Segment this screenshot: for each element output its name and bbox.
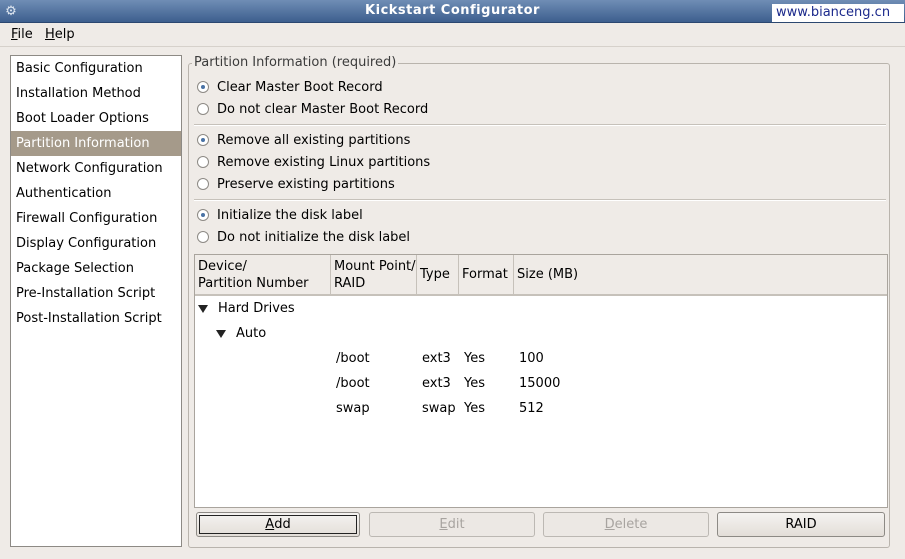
table-row[interactable]: /boot ext3 Yes 15000 <box>195 373 887 395</box>
radio-remove-all-indicator <box>197 134 209 146</box>
edit-button-mnemonic: E <box>439 517 448 532</box>
radio-remove-linux[interactable]: Remove existing Linux partitions <box>197 153 430 171</box>
tree-node-hard-drives[interactable]: Hard Drives <box>198 298 295 320</box>
radio-init-disklabel-label: Initialize the disk label <box>217 207 363 223</box>
cell-size: 100 <box>519 351 544 366</box>
column-header-device-line1: Device/ <box>198 258 247 274</box>
column-header-format[interactable]: Format <box>459 255 514 294</box>
cell-mount: swap <box>336 401 370 416</box>
table-header: Device/Partition Number Mount Point/RAID… <box>195 255 887 296</box>
add-button-label: dd <box>274 517 291 532</box>
radio-remove-all[interactable]: Remove all existing partitions <box>197 131 410 149</box>
nav-item-package-selection[interactable]: Package Selection <box>11 256 181 281</box>
column-header-device-line2: Partition Number <box>198 275 309 291</box>
radio-remove-all-label: Remove all existing partitions <box>217 132 411 148</box>
edit-button[interactable]: Edit <box>369 512 535 537</box>
menu-help[interactable]: Help <box>45 27 75 42</box>
radio-remove-linux-indicator <box>197 156 209 168</box>
nav-item-partition-information[interactable]: Partition Information <box>11 131 181 156</box>
menu-bar: File Help <box>0 23 905 47</box>
partition-group-title: Partition Information (required) <box>192 55 399 70</box>
nav-item-authentication[interactable]: Authentication <box>11 181 181 206</box>
cell-mount: /boot <box>336 376 370 391</box>
edit-button-label: dit <box>447 517 465 532</box>
radio-no-clear-mbr[interactable]: Do not clear Master Boot Record <box>197 100 428 118</box>
cell-type: swap <box>422 401 456 416</box>
menu-help-label: elp <box>54 27 75 42</box>
menu-file[interactable]: File <box>11 27 33 42</box>
nav-item-basic-configuration[interactable]: Basic Configuration <box>11 56 181 81</box>
menu-help-mnemonic: H <box>45 27 55 42</box>
radio-no-init-disklabel[interactable]: Do not initialize the disk label <box>197 228 410 246</box>
nav-item-network-configuration[interactable]: Network Configuration <box>11 156 181 181</box>
tree-node-hard-drives-label: Hard Drives <box>218 301 295 316</box>
partition-table[interactable]: Device/Partition Number Mount Point/RAID… <box>194 254 888 508</box>
cell-format: Yes <box>464 376 485 391</box>
nav-item-installation-method[interactable]: Installation Method <box>11 81 181 106</box>
radio-init-disklabel[interactable]: Initialize the disk label <box>197 206 363 224</box>
section-list: Basic Configuration Installation Method … <box>10 55 182 547</box>
separator <box>194 199 886 201</box>
raid-button[interactable]: RAID <box>717 512 885 537</box>
table-row[interactable]: /boot ext3 Yes 100 <box>195 348 887 370</box>
tree-node-auto-label: Auto <box>236 326 267 341</box>
cell-type: ext3 <box>422 351 451 366</box>
expander-triangle-icon[interactable] <box>216 329 226 338</box>
radio-clear-mbr-indicator <box>197 81 209 93</box>
title-bar[interactable]: ⚙ Kickstart Configurator www.bianceng.cn <box>0 0 905 23</box>
column-header-mount-line1: Mount Point/ <box>334 258 416 274</box>
nav-item-firewall-configuration[interactable]: Firewall Configuration <box>11 206 181 231</box>
column-header-type[interactable]: Type <box>417 255 459 294</box>
nav-item-boot-loader-options[interactable]: Boot Loader Options <box>11 106 181 131</box>
nav-item-post-installation-script[interactable]: Post-Installation Script <box>11 306 181 331</box>
column-header-mount-point[interactable]: Mount Point/RAID <box>331 255 417 294</box>
radio-clear-mbr[interactable]: Clear Master Boot Record <box>197 78 383 96</box>
delete-button-mnemonic: D <box>604 517 615 532</box>
column-header-type-label: Type <box>420 267 450 282</box>
cell-mount: /boot <box>336 351 370 366</box>
radio-no-init-disklabel-indicator <box>197 231 209 243</box>
column-header-size-label: Size (MB) <box>517 267 579 282</box>
watermark-text: www.bianceng.cn <box>772 4 904 22</box>
nav-item-display-configuration[interactable]: Display Configuration <box>11 231 181 256</box>
delete-button-label: elete <box>614 517 648 532</box>
tree-node-auto[interactable]: Auto <box>216 323 266 345</box>
window-title: Kickstart Configurator <box>365 3 540 18</box>
table-row[interactable]: swap swap Yes 512 <box>195 398 887 420</box>
raid-button-label: RAID <box>785 517 817 532</box>
column-header-size[interactable]: Size (MB) <box>514 255 887 294</box>
radio-preserve[interactable]: Preserve existing partitions <box>197 175 395 193</box>
cell-type: ext3 <box>422 376 451 391</box>
radio-remove-linux-label: Remove existing Linux partitions <box>217 154 431 170</box>
radio-no-init-disklabel-label: Do not initialize the disk label <box>217 229 411 245</box>
radio-init-disklabel-indicator <box>197 209 209 221</box>
cell-format: Yes <box>464 401 485 416</box>
radio-no-clear-mbr-indicator <box>197 103 209 115</box>
add-button-mnemonic: A <box>265 517 275 532</box>
radio-preserve-label: Preserve existing partitions <box>217 176 395 192</box>
radio-preserve-indicator <box>197 178 209 190</box>
radio-no-clear-mbr-label: Do not clear Master Boot Record <box>217 101 429 117</box>
column-header-format-label: Format <box>462 267 508 282</box>
add-button[interactable]: Add <box>196 512 360 537</box>
cell-format: Yes <box>464 351 485 366</box>
menu-file-label: ile <box>17 27 33 42</box>
nav-item-pre-installation-script[interactable]: Pre-Installation Script <box>11 281 181 306</box>
delete-button[interactable]: Delete <box>543 512 709 537</box>
cell-size: 15000 <box>519 376 561 391</box>
column-header-device[interactable]: Device/Partition Number <box>195 255 331 294</box>
radio-clear-mbr-label: Clear Master Boot Record <box>217 79 383 95</box>
column-header-mount-line2: RAID <box>334 275 366 291</box>
separator <box>194 124 886 126</box>
expander-triangle-icon[interactable] <box>198 304 208 313</box>
cell-size: 512 <box>519 401 544 416</box>
